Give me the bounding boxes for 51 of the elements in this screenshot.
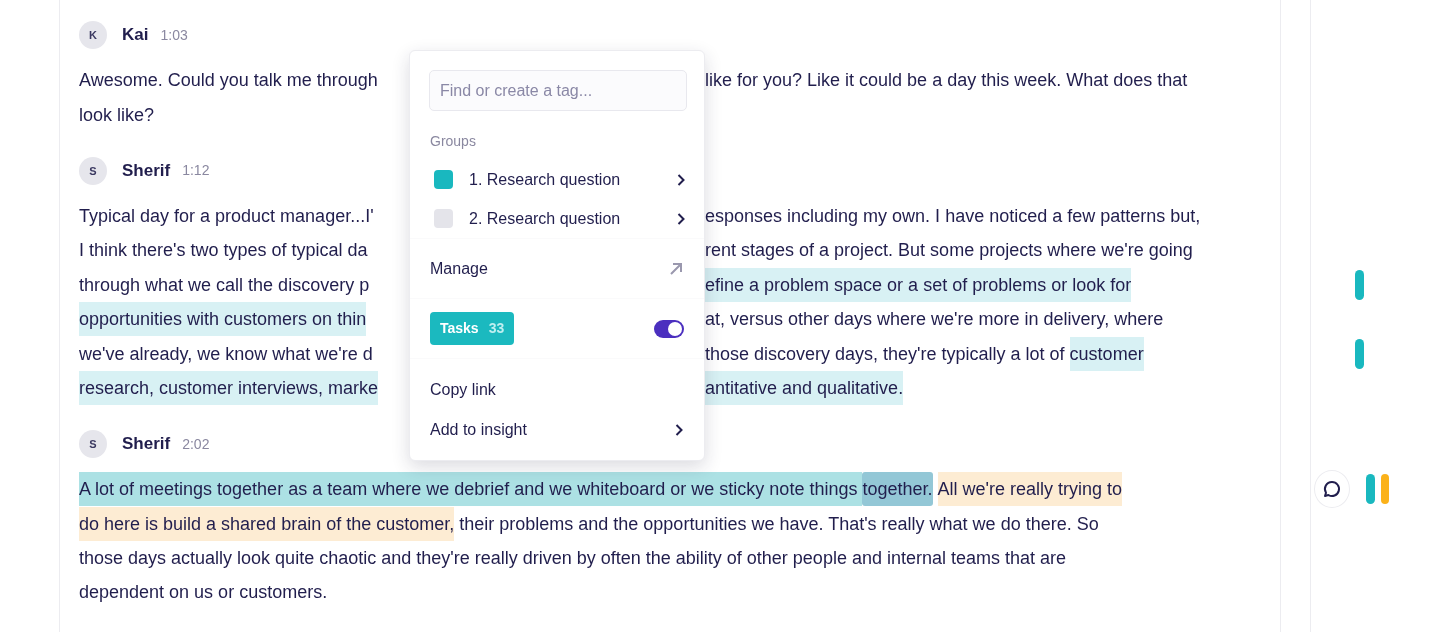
comment-icon <box>1322 479 1342 500</box>
tag-search-field[interactable]: Find or create a tag... <box>429 70 687 111</box>
transcript-text: we've already, we know what we're d <box>79 342 373 366</box>
transcript-text: at, versus other days where we're more in delivery, where <box>705 308 1164 332</box>
highlight-marker[interactable] <box>1366 474 1375 505</box>
highlighted-text: together. <box>862 472 933 507</box>
transcript-text: look like? <box>79 103 155 127</box>
highlighted-text: antitative and qualitative. <box>705 370 904 405</box>
menu-item[interactable]: Add to insight <box>410 410 704 450</box>
highlighted-text: efine a problem space or a set of problems or look for <box>705 267 1132 302</box>
highlight-marker[interactable] <box>1355 338 1364 369</box>
timestamp: 2:02 <box>182 434 210 454</box>
chevron-right-icon <box>676 211 686 226</box>
avatar: S <box>79 156 107 185</box>
highlighted-text: customer <box>1069 336 1144 371</box>
group-item[interactable]: 1. Research question <box>410 160 704 199</box>
menu-item[interactable]: Copy link <box>410 370 704 410</box>
arrow-up-right-icon <box>668 260 684 277</box>
avatar: S <box>79 430 107 459</box>
transcript-text: I think there's two types of typical da <box>79 239 368 263</box>
highlighted-text: All we're really trying to <box>937 472 1122 507</box>
transcript-text: rent stages of a project. But some projects where we're going <box>705 239 1193 263</box>
section-label: Groups <box>430 132 476 151</box>
manage-item[interactable]: Manage <box>410 239 704 298</box>
highlighted-text: research, customer interviews, marke <box>79 370 379 405</box>
highlight-marker[interactable] <box>1380 474 1389 505</box>
tag-chip: Tasks 33 <box>430 312 515 345</box>
transcript-text: their problems and the opportunities we have. That's really what we do there. So <box>458 512 1099 536</box>
highlighted-text: opportunities with customers on thin <box>79 302 367 337</box>
transcript-text: Typical day for a product manager...I' <box>79 204 374 228</box>
timestamp: 1:03 <box>160 25 188 45</box>
transcript-text: dependent on us or customers. <box>79 581 328 605</box>
transcript-text: Awesome. Could you talk me through <box>79 69 378 93</box>
transcript-text: those days actually look quite chaotic and they're really driven by often the ability of other people and internal teams that are <box>79 547 1067 571</box>
timestamp: 1:12 <box>182 161 210 181</box>
highlight-marker[interactable] <box>1355 269 1364 300</box>
chevron-right-icon <box>676 172 686 187</box>
group-item[interactable]: 2. Research question <box>410 199 704 238</box>
transcript-text: those discovery days, they're typically a lot of <box>705 342 1066 366</box>
transcript-text: through what we call the discovery p <box>79 273 370 297</box>
speaker-name: Kai <box>122 24 149 47</box>
comment-button[interactable] <box>1314 470 1350 509</box>
highlighted-text: A lot of meetings together as a team where we debrief and we whiteboard or we sticky note things <box>79 472 863 507</box>
toggle-switch[interactable] <box>654 319 684 338</box>
avatar: K <box>79 21 107 49</box>
transcript-text: like for you? Like it could be a day this week. What does that <box>705 69 1188 93</box>
chevron-right-icon <box>674 423 684 437</box>
speaker-name: Sherif <box>122 160 171 183</box>
speaker-name: Sherif <box>122 433 171 456</box>
transcript-text: esponses including my own. I have noticed a few patterns but, <box>705 204 1201 228</box>
highlighted-text: do here is build a shared brain of the customer, <box>79 506 455 541</box>
